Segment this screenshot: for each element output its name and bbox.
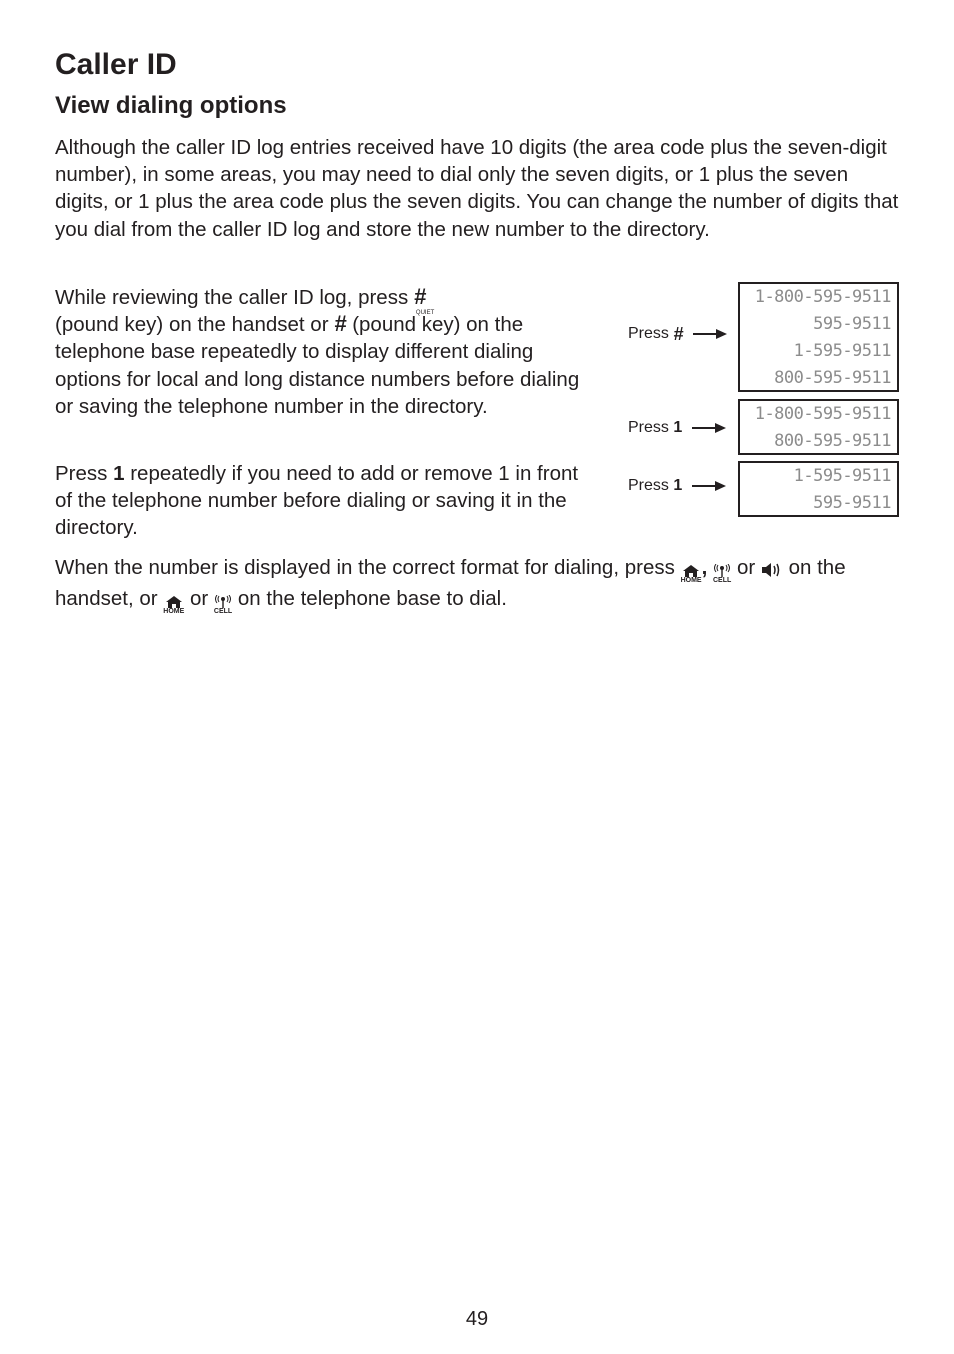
review-text-b: (pound key) on the handset or [55, 313, 329, 337]
press-text: Press [628, 325, 669, 342]
speaker-key-icon [761, 558, 783, 585]
arrow-right-icon [693, 329, 728, 339]
press-text: Press [628, 477, 669, 494]
comma: , [701, 556, 708, 579]
dial-text-c: on the telephone base to dial. [237, 587, 507, 611]
pound-quiet-key-icon: # QUIET [413, 284, 435, 317]
page-number: 49 [465, 1308, 489, 1330]
lcd-display-step-3: 1-595-9511 595-9511 [738, 461, 899, 517]
pound-key-icon-diagram: # [673, 324, 684, 344]
home-key-icon: HOME [681, 565, 702, 584]
lcd-line: 1-800-595-9511 [754, 287, 892, 307]
page-title: Caller ID [55, 48, 177, 81]
lcd-line: 595-9511 [813, 314, 891, 334]
section-title: View dialing options [55, 92, 287, 119]
press-one-paragraph: Press 1 repeatedly if you need to add or… [55, 460, 585, 542]
press-one-text-a: Press [55, 462, 108, 485]
press-text: Press [628, 419, 669, 436]
diagram-step-pound-label: Press # [628, 324, 728, 344]
key-one-label: 1 [113, 462, 125, 485]
review-paragraph: While reviewing the caller ID log, press… [55, 284, 585, 420]
cell-key-icon: CELL [713, 564, 731, 584]
diagram-step-one-label-2: Press 1 [628, 477, 727, 495]
lcd-line: 1-595-9511 [793, 341, 892, 361]
key-one-label: 1 [673, 477, 683, 494]
lcd-line: 800-595-9511 [774, 431, 891, 451]
lcd-line: 800-595-9511 [774, 368, 891, 388]
lcd-line: 595-9511 [813, 493, 891, 513]
lcd-display-step-1: 1-800-595-9511 595-9511 1-595-9511 800-5… [738, 282, 899, 392]
intro-paragraph: Although the caller ID log entries recei… [55, 136, 899, 241]
lcd-line: 1-800-595-9511 [754, 404, 892, 424]
dial-paragraph: When the number is displayed in the corr… [55, 554, 905, 615]
arrow-right-icon [692, 423, 727, 433]
pound-key-icon: # [334, 311, 347, 337]
key-one-label: 1 [673, 419, 683, 436]
arrow-right-icon [692, 481, 727, 491]
dial-text-a: When the number is displayed in the corr… [55, 556, 675, 579]
lcd-line: 1-595-9511 [793, 466, 892, 486]
press-one-text-b: repeatedly if you need to add or remove … [55, 462, 579, 540]
diagram-step-one-label: Press 1 [628, 419, 727, 437]
lcd-display-step-2: 1-800-595-9511 800-595-9511 [738, 399, 899, 455]
cell-key-icon-base: CELL [214, 595, 232, 615]
dial-or-2: or [189, 587, 209, 611]
review-text-a: While reviewing the caller ID log, press [55, 286, 409, 309]
home-key-icon-base: HOME [163, 596, 184, 615]
dial-or-1: or [736, 556, 756, 579]
